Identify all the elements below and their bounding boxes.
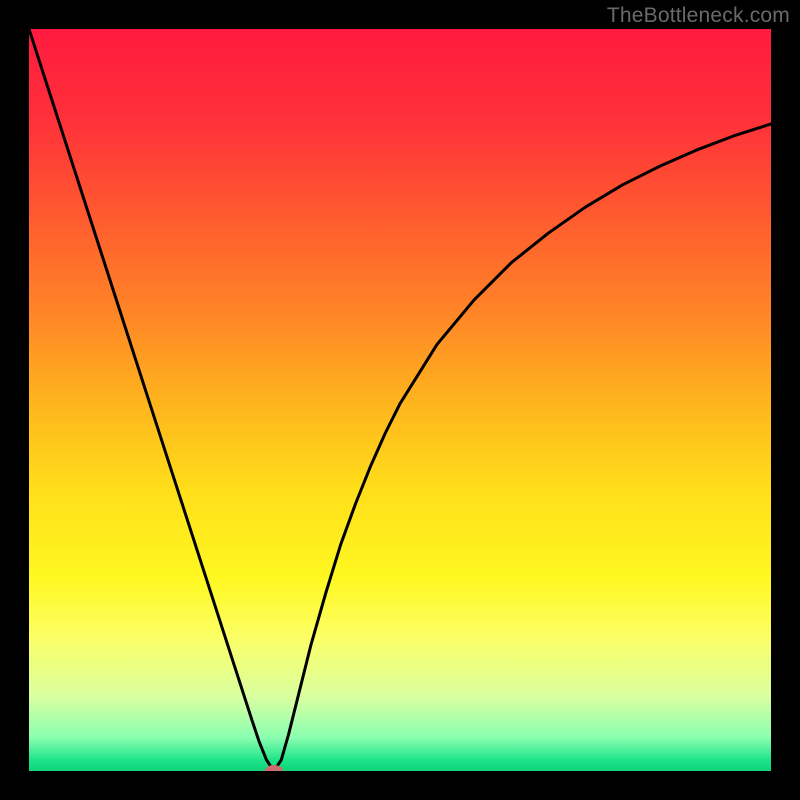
chart-frame: TheBottleneck.com	[0, 0, 800, 800]
gradient-background	[29, 29, 771, 771]
chart-svg	[29, 29, 771, 771]
plot-area	[29, 29, 771, 771]
watermark-text: TheBottleneck.com	[607, 4, 790, 28]
